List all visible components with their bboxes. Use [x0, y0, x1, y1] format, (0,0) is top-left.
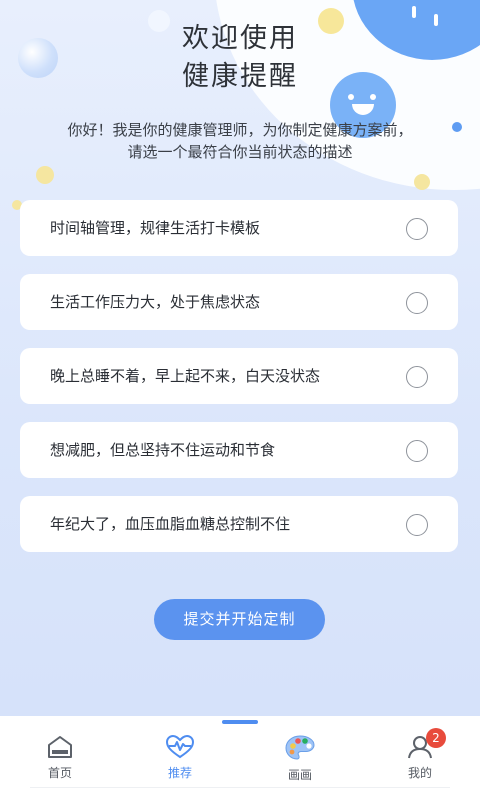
notification-badge: 2 — [426, 728, 446, 748]
submit-button[interactable]: 提交并开始定制 — [154, 599, 325, 640]
option-label: 年纪大了，血压血脂血糖总控制不住 — [50, 515, 291, 533]
radio-button[interactable] — [406, 514, 428, 536]
tab-label: 首页 — [47, 766, 72, 780]
tab-indicator — [222, 720, 258, 724]
option-label: 想减肥，但总坚持不住运动和节食 — [50, 441, 276, 459]
palette-icon — [285, 735, 315, 760]
bottom-tab-bar: 首页 推荐 画画 2 我的 — [0, 716, 480, 800]
option-card[interactable]: 时间轴管理，规律生活打卡模板 — [20, 200, 458, 256]
option-label: 晚上总睡不着，早上起不来，白天没状态 — [50, 367, 321, 385]
intro-text-line2: 请选一个最符合你当前状态的描述 — [127, 143, 353, 161]
radio-button[interactable] — [406, 440, 428, 462]
tab-label: 我的 — [407, 766, 432, 780]
page-subtitle: 健康提醒 — [182, 61, 298, 92]
decorative-dot — [414, 174, 430, 190]
option-label: 时间轴管理，规律生活打卡模板 — [50, 219, 261, 237]
tab-mine[interactable]: 2 我的 — [380, 728, 460, 794]
radio-button[interactable] — [406, 292, 428, 314]
home-icon — [48, 736, 72, 758]
option-card[interactable]: 想减肥，但总坚持不住运动和节食 — [20, 422, 458, 478]
tab-draw[interactable]: 画画 — [260, 734, 340, 794]
tab-home[interactable]: 首页 — [20, 734, 100, 794]
page-title: 欢迎使用 — [182, 23, 298, 54]
radio-button[interactable] — [406, 218, 428, 240]
tab-label: 推荐 — [167, 766, 192, 780]
option-card[interactable]: 生活工作压力大，处于焦虑状态 — [20, 274, 458, 330]
heartbeat-icon — [165, 734, 195, 759]
tab-label: 画画 — [287, 768, 312, 782]
option-label: 生活工作压力大，处于焦虑状态 — [50, 293, 261, 311]
intro-text-line1: 你好！我是你的健康管理师，为你制定健康方案前， — [67, 121, 413, 139]
radio-button[interactable] — [406, 366, 428, 388]
decorative-dot — [36, 166, 54, 184]
option-card[interactable]: 年纪大了，血压血脂血糖总控制不住 — [20, 496, 458, 552]
tab-recommend[interactable]: 推荐 — [140, 734, 220, 794]
divider — [30, 787, 450, 788]
option-card[interactable]: 晚上总睡不着，早上起不来，白天没状态 — [20, 348, 458, 404]
